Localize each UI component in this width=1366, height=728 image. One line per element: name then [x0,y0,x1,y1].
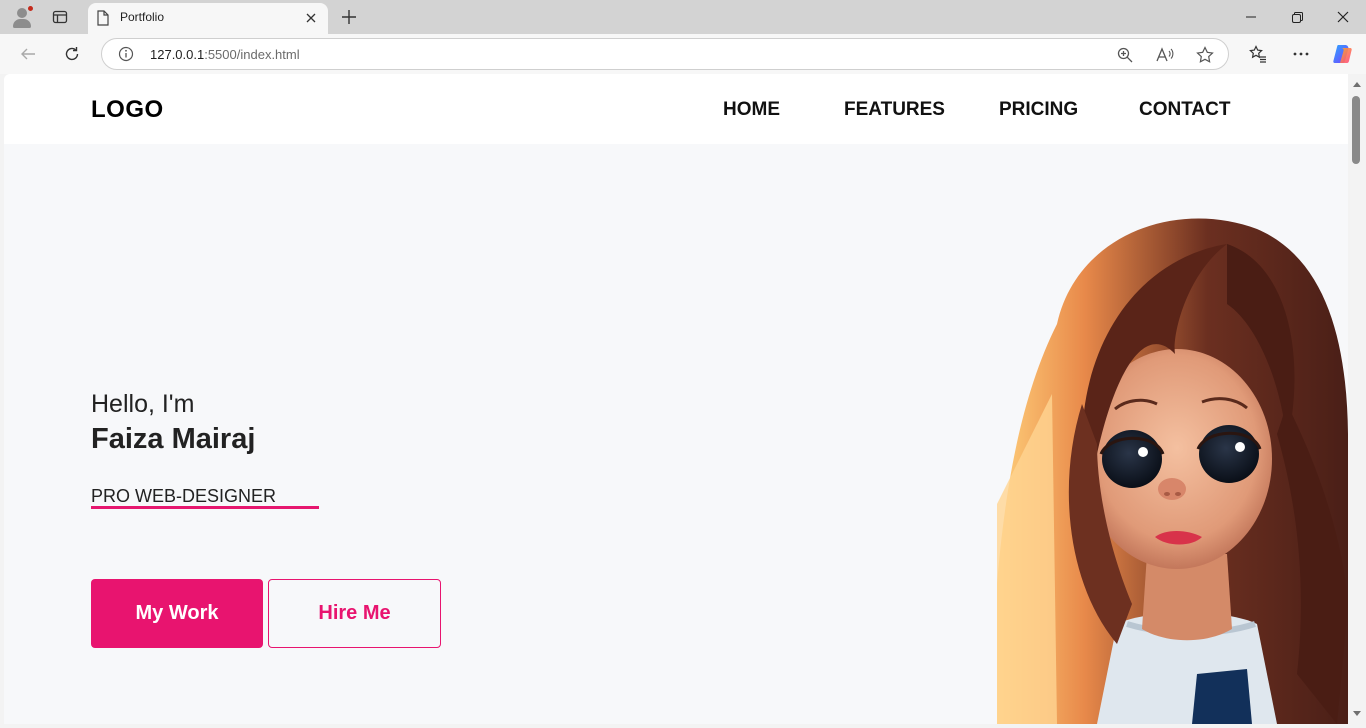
hero-name: Faiza Mairaj [91,423,256,455]
url-text: 127.0.0.1:5500/index.html [150,47,300,62]
address-bar[interactable]: 127.0.0.1:5500/index.html [101,38,1229,70]
scroll-down-icon[interactable] [1353,711,1361,716]
minimize-icon[interactable] [1228,0,1274,34]
nav-contact[interactable]: CONTACT [1139,99,1230,121]
tab-portfolio[interactable]: Portfolio [88,3,328,34]
page-viewport: LOGO HOME FEATURES PRICING CONTACT Hello… [4,74,1348,724]
url-host: 127.0.0.1 [150,47,205,62]
my-work-button[interactable]: My Work [91,579,263,648]
nav-home[interactable]: HOME [723,99,780,121]
favorites-icon[interactable] [1243,39,1273,69]
role-underline [91,506,319,509]
hero-greeting: Hello, I'm [91,390,195,418]
reload-icon[interactable] [57,39,87,69]
read-aloud-icon[interactable] [1154,44,1176,66]
favorite-icon[interactable] [1194,44,1216,66]
scroll-up-icon[interactable] [1353,82,1361,87]
page-icon [96,10,110,31]
hire-me-button[interactable]: Hire Me [268,579,441,648]
copilot-icon[interactable] [1328,39,1358,69]
url-path: :5500/index.html [204,47,300,62]
profile-icon[interactable] [10,5,34,29]
back-icon[interactable] [13,39,43,69]
window-close-icon[interactable] [1320,0,1366,34]
site-navbar: LOGO HOME FEATURES PRICING CONTACT [4,74,1348,144]
nav-pricing[interactable]: PRICING [999,99,1078,121]
site-logo[interactable]: LOGO [91,96,164,124]
close-icon[interactable] [300,7,322,29]
hero-role: PRO WEB-DESIGNER [91,486,277,506]
browser-toolbar: 127.0.0.1:5500/index.html [0,34,1366,74]
more-icon[interactable] [1286,39,1316,69]
tab-title: Portfolio [120,10,165,24]
page-scrollbar[interactable] [1348,74,1366,728]
restore-icon[interactable] [1274,0,1320,34]
nav-features[interactable]: FEATURES [844,99,945,121]
new-tab-icon[interactable] [336,4,362,30]
tab-bar: Portfolio [0,0,1366,34]
scroll-thumb[interactable] [1352,96,1360,164]
hero-illustration [997,218,1348,724]
zoom-icon[interactable] [1114,44,1136,66]
tab-actions-icon[interactable] [46,5,74,29]
info-icon[interactable] [118,46,134,67]
